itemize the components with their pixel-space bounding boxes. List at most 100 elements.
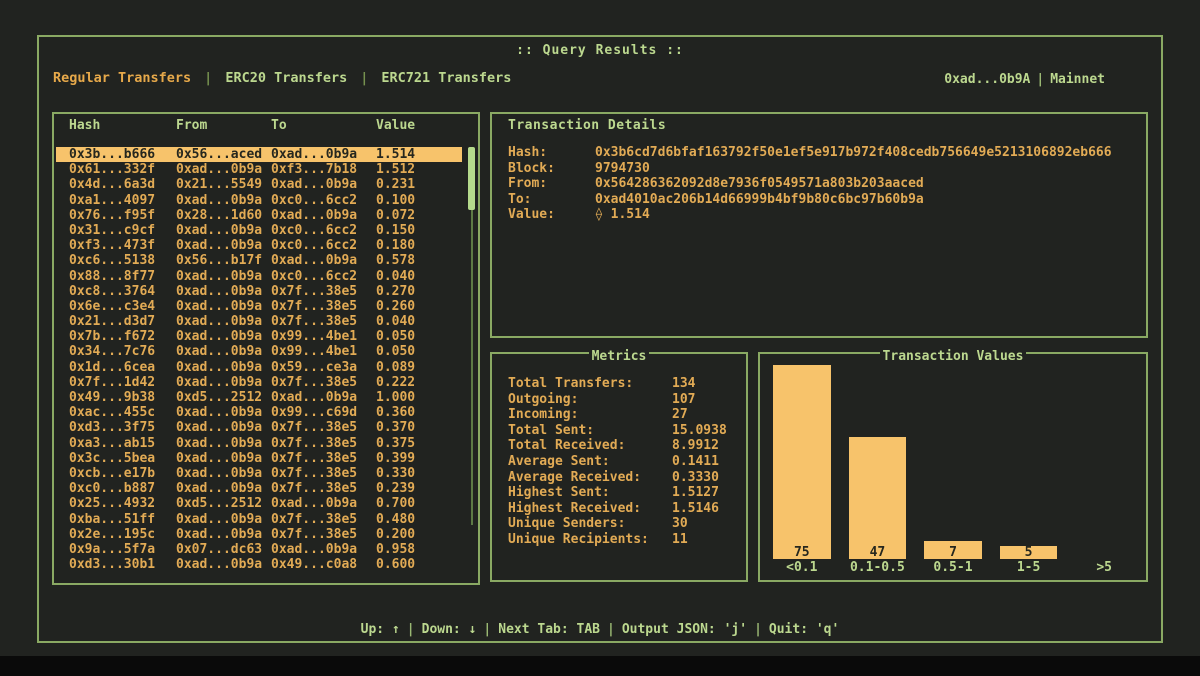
metric-row: Outgoing:107 (508, 392, 738, 408)
help-item-output-json: Output JSON: 'j' (622, 622, 747, 637)
metric-label: Highest Received: (508, 501, 672, 517)
metric-label: Total Sent: (508, 423, 672, 439)
table-row[interactable]: 0x1d...6cea0xad...0b9a0x59...ce3a0.089 (56, 360, 462, 375)
column-header-from: From (176, 118, 271, 134)
table-row[interactable]: 0xac...455c0xad...0b9a0x99...c69d0.360 (56, 405, 462, 420)
table-row[interactable]: 0x2e...195c0xad...0b9a0x7f...38e50.200 (56, 527, 462, 542)
bar-value-label: 47 (840, 545, 916, 560)
table-cell: 0.958 (376, 542, 462, 557)
metric-value: 0.1411 (672, 454, 719, 470)
metric-value: 107 (672, 392, 695, 408)
table-cell: 0.150 (376, 223, 462, 238)
table-row[interactable]: 0x34...7c760xad...0b9a0x99...4be10.050 (56, 344, 462, 359)
table-cell: 0xad...0b9a (176, 420, 271, 435)
tab-regular-transfers[interactable]: Regular Transfers (53, 70, 191, 87)
table-row[interactable]: 0x21...d3d70xad...0b9a0x7f...38e50.040 (56, 314, 462, 329)
transaction-values-panel: Transaction Values 75<0.1470.1-0.570.5-1… (758, 352, 1148, 582)
tab-erc20-transfers[interactable]: ERC20 Transfers (225, 70, 347, 87)
table-cell: 0x4d...6a3d (69, 177, 176, 192)
metric-row: Average Sent:0.1411 (508, 454, 738, 470)
table-row[interactable]: 0xd3...30b10xad...0b9a0x49...c0a80.600 (56, 557, 462, 572)
chart-bars: 75<0.1470.1-0.570.5-151-5>5 (764, 365, 1142, 576)
metric-label: Total Transfers: (508, 376, 672, 392)
table-cell: 0xad...0b9a (271, 390, 376, 405)
table-row[interactable]: 0x88...8f770xad...0b9a0xc0...6cc20.040 (56, 269, 462, 284)
table-row[interactable]: 0xa3...ab150xad...0b9a0x7f...38e50.375 (56, 436, 462, 451)
table-cell: 0x34...7c76 (69, 344, 176, 359)
table-cell: 0.399 (376, 451, 462, 466)
table-row[interactable]: 0x31...c9cf0xad...0b9a0xc0...6cc20.150 (56, 223, 462, 238)
table-cell: 0xad...0b9a (176, 375, 271, 390)
detail-field: To:0xad4010ac206b14d66999b4bf9b80c6bc97b… (508, 192, 1136, 208)
table-cell: 0xad...0b9a (271, 147, 376, 162)
table-row[interactable]: 0xc6...51380x56...b17f0xad...0b9a0.578 (56, 253, 462, 268)
details-title: Transaction Details (508, 118, 666, 134)
table-row[interactable]: 0x3b...b6660x56...aced0xad...0b9a1.514 (56, 147, 462, 162)
table-cell: 0x21...5549 (176, 177, 271, 192)
detail-value: 0x3b6cd7d6bfaf163792f50e1ef5e917b972f408… (595, 145, 1112, 161)
detail-label: Block: (508, 161, 595, 177)
table-row[interactable]: 0xa1...40970xad...0b9a0xc0...6cc20.100 (56, 193, 462, 208)
table-cell: 0xad...0b9a (176, 223, 271, 238)
table-cell: 0xc0...b887 (69, 481, 176, 496)
table-cell: 0x3b...b666 (69, 147, 176, 162)
detail-field: Hash:0x3b6cd7d6bfaf163792f50e1ef5e917b97… (508, 145, 1136, 161)
table-scrollbar[interactable] (468, 147, 475, 525)
metrics-title: Metrics (589, 349, 650, 365)
table-row[interactable]: 0x76...f95f0x28...1d600xad...0b9a0.072 (56, 208, 462, 223)
table-cell: 0xad...0b9a (176, 299, 271, 314)
table-row[interactable]: 0x6e...c3e40xad...0b9a0x7f...38e50.260 (56, 299, 462, 314)
table-cell: 0.260 (376, 299, 462, 314)
table-cell: 0xc6...5138 (69, 253, 176, 268)
table-cell: 0.231 (376, 177, 462, 192)
table-cell: 1.514 (376, 147, 462, 162)
table-row[interactable]: 0x7b...f6720xad...0b9a0x99...4be10.050 (56, 329, 462, 344)
table-cell: 0x88...8f77 (69, 269, 176, 284)
table-row[interactable]: 0xf3...473f0xad...0b9a0xc0...6cc20.180 (56, 238, 462, 253)
table-cell: 0x3c...5bea (69, 451, 176, 466)
metric-row: Highest Sent:1.5127 (508, 485, 738, 501)
metric-row: Total Sent:15.0938 (508, 423, 738, 439)
metric-value: 15.0938 (672, 423, 727, 439)
chart-column: >5 (1066, 365, 1142, 576)
x-axis-label: 0.1-0.5 (840, 559, 916, 576)
table-row[interactable]: 0x49...9b380xd5...25120xad...0b9a1.000 (56, 390, 462, 405)
table-cell: 0x76...f95f (69, 208, 176, 223)
tab-erc721-transfers[interactable]: ERC721 Transfers (381, 70, 511, 87)
help-item-up: Up: ↑ (361, 622, 400, 637)
detail-field: Value:⟠ 1.514 (508, 207, 1136, 223)
metric-row: Total Transfers:134 (508, 376, 738, 392)
table-cell: 0xa3...ab15 (69, 436, 176, 451)
detail-label: From: (508, 176, 595, 192)
help-separator: | (476, 622, 498, 637)
table-row[interactable]: 0xc8...37640xad...0b9a0x7f...38e50.270 (56, 284, 462, 299)
table-cell: 0xad...0b9a (176, 238, 271, 253)
table-cell: 0x9a...5f7a (69, 542, 176, 557)
table-row[interactable]: 0x61...332f0xad...0b9a0xf3...7b181.512 (56, 162, 462, 177)
table-cell: 0x7f...38e5 (271, 436, 376, 451)
table-row[interactable]: 0x4d...6a3d0x21...55490xad...0b9a0.231 (56, 177, 462, 192)
table-row[interactable]: 0x7f...1d420xad...0b9a0x7f...38e50.222 (56, 375, 462, 390)
table-cell: 0.200 (376, 527, 462, 542)
tab-separator: | (360, 70, 368, 87)
metric-label: Highest Sent: (508, 485, 672, 501)
table-cell: 0x7f...38e5 (271, 481, 376, 496)
terminal-screen: :: Query Results :: Regular Transfers|ER… (0, 0, 1200, 656)
help-bar: Up: ↑|Down: ↓|Next Tab: TAB|Output JSON:… (39, 621, 1161, 638)
table-row[interactable]: 0x9a...5f7a0x07...dc630xad...0b9a0.958 (56, 542, 462, 557)
scrollbar-thumb[interactable] (468, 147, 475, 210)
bar (773, 365, 831, 559)
table-row[interactable]: 0xc0...b8870xad...0b9a0x7f...38e50.239 (56, 481, 462, 496)
table-cell: 0x49...9b38 (69, 390, 176, 405)
table-cell: 0x6e...c3e4 (69, 299, 176, 314)
table-row[interactable]: 0xba...51ff0xad...0b9a0x7f...38e50.480 (56, 512, 462, 527)
metric-value: 8.9912 (672, 438, 719, 454)
table-row[interactable]: 0x25...49320xd5...25120xad...0b9a0.700 (56, 496, 462, 511)
table-cell: 0xad...0b9a (176, 466, 271, 481)
table-row[interactable]: 0x3c...5bea0xad...0b9a0x7f...38e50.399 (56, 451, 462, 466)
table-cell: 0x1d...6cea (69, 360, 176, 375)
detail-field: From:0x564286362092d8e7936f0549571a803b2… (508, 176, 1136, 192)
table-row[interactable]: 0xd3...3f750xad...0b9a0x7f...38e50.370 (56, 420, 462, 435)
table-cell: 0xa1...4097 (69, 193, 176, 208)
table-row[interactable]: 0xcb...e17b0xad...0b9a0x7f...38e50.330 (56, 466, 462, 481)
